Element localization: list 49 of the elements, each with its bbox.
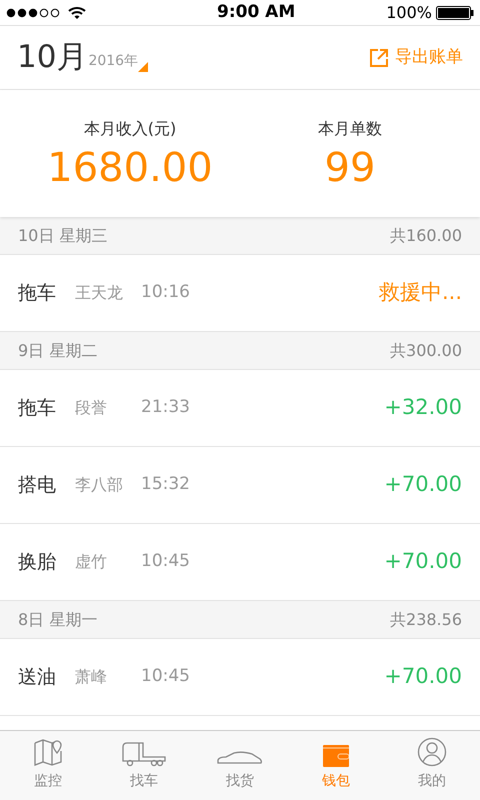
wifi-icon xyxy=(68,6,86,20)
wallet-icon xyxy=(323,745,349,767)
order-result: 救援中... xyxy=(378,279,462,306)
service-type: 拖车 xyxy=(18,396,57,421)
tab-item[interactable]: 找车 xyxy=(96,731,192,800)
summary-value: 1680.00 xyxy=(47,144,213,193)
driver-name: 段誉 xyxy=(75,397,108,419)
export-icon xyxy=(369,48,389,68)
order-result: +70.00 xyxy=(384,548,462,576)
order-time: 10:16 xyxy=(141,281,190,304)
order-result: +70.00 xyxy=(384,663,462,690)
day-total: 共300.00 xyxy=(390,340,462,362)
order-time: 15:32 xyxy=(141,473,190,496)
signal-icon xyxy=(6,8,62,18)
driver-name: 李八部 xyxy=(75,474,124,496)
tow-truck-icon xyxy=(121,741,167,767)
tab-item[interactable]: 钱包 xyxy=(288,731,384,800)
tab-item[interactable]: 监控 xyxy=(0,731,96,800)
clock-time: 9:00 AM xyxy=(216,0,296,24)
order-result: +32.00 xyxy=(384,394,462,422)
day-date: 8日 星期一 xyxy=(18,608,98,630)
map-icon xyxy=(33,737,63,767)
service-type: 换胎 xyxy=(18,550,57,575)
driver-name: 王天龙 xyxy=(75,282,124,304)
order-time: 10:45 xyxy=(141,665,190,688)
service-type: 拖车 xyxy=(18,280,57,306)
summary-label: 本月收入(元) xyxy=(84,118,176,140)
day-total: 共160.00 xyxy=(390,224,462,246)
driver-name: 萧峰 xyxy=(75,666,108,688)
day-total: 共238.56 xyxy=(390,608,462,630)
tab-item[interactable]: 找货 xyxy=(192,731,288,800)
battery-icon xyxy=(436,6,474,20)
export-bill-button[interactable]: 导出账单 xyxy=(369,44,463,70)
service-type: 搭电 xyxy=(18,472,57,498)
order-time: 21:33 xyxy=(141,396,190,420)
summary-label: 本月单数 xyxy=(318,118,382,140)
order-result: +70.00 xyxy=(384,471,462,498)
year-label[interactable]: 2016年 xyxy=(88,51,138,72)
driver-name: 虚竹 xyxy=(75,551,108,573)
dropdown-corner-icon[interactable] xyxy=(138,62,148,72)
day-date: 9日 星期二 xyxy=(18,340,98,362)
user-icon xyxy=(417,737,447,767)
battery-percent: 100% xyxy=(386,2,432,24)
month-label[interactable]: 10月 xyxy=(17,42,88,73)
service-type: 送油 xyxy=(18,664,57,690)
summary-value: 99 xyxy=(324,144,376,193)
order-time: 10:45 xyxy=(141,550,190,574)
day-date: 10日 星期三 xyxy=(18,224,108,246)
tab-item[interactable]: 我的 xyxy=(384,731,480,800)
